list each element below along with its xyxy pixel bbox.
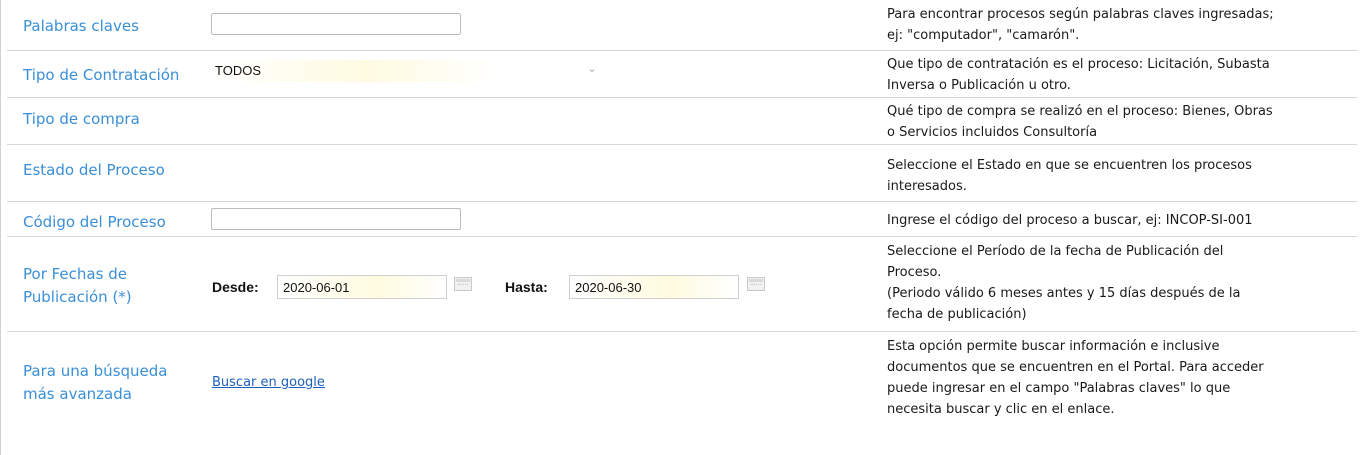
row-status: Estado del Proceso Seleccione el Estado … (7, 145, 1357, 202)
dates-label-line1: Por Fechas de (23, 265, 127, 283)
date-from-label: Desde: (212, 279, 259, 295)
dates-help-line4: fecha de publicación) (887, 307, 1027, 322)
row-purchase-type: Tipo de compra Qué tipo de compra se rea… (7, 98, 1357, 145)
advanced-help-line4: necesita buscar y clic en el enlace. (887, 402, 1115, 417)
row-dates: Por Fechas de Publicación (*) Desde: Has… (7, 237, 1357, 332)
contract-type-help-line1: Que tipo de contratación es el proceso: … (887, 57, 1270, 72)
code-help: Ingrese el código del proceso a buscar, … (887, 210, 1357, 231)
purchase-type-help-line1: Qué tipo de compra se realizó en el proc… (887, 104, 1273, 119)
dates-help: Seleccione el Período de la fecha de Pub… (887, 241, 1357, 325)
keywords-help: Para encontrar procesos según palabras c… (887, 4, 1357, 46)
advanced-label: Para una búsqueda más avanzada (23, 360, 167, 406)
advanced-help-line1: Esta opción permite buscar información e… (887, 339, 1220, 354)
dates-help-line3: (Periodo válido 6 meses antes y 15 días … (887, 286, 1241, 301)
purchase-type-help: Qué tipo de compra se realizó en el proc… (887, 101, 1357, 143)
dates-label: Por Fechas de Publicación (*) (23, 263, 132, 309)
status-help-line1: Seleccione el Estado en que se encuentre… (887, 158, 1252, 173)
advanced-help-line2: documentos que se encuentren en el Porta… (887, 360, 1264, 375)
code-input[interactable] (211, 208, 461, 230)
chevron-down-icon: ⌄ (586, 61, 597, 75)
calendar-icon[interactable] (747, 277, 765, 291)
purchase-type-help-line2: o Servicios incluidos Consultoría (887, 125, 1098, 140)
advanced-label-line2: más avanzada (23, 385, 132, 403)
status-help-line2: interesados. (887, 179, 967, 194)
date-to-input[interactable] (569, 275, 739, 299)
row-code: Código del Proceso Ingrese el código del… (7, 202, 1357, 237)
calendar-icon[interactable] (454, 277, 472, 291)
keywords-help-line2: ej: "computador", "camarón". (887, 28, 1080, 43)
status-label: Estado del Proceso (23, 161, 165, 179)
contract-type-help: Que tipo de contratación es el proceso: … (887, 54, 1357, 96)
date-to-label: Hasta: (505, 279, 548, 295)
advanced-help-line3: puede ingresar en el campo "Palabras cla… (887, 381, 1231, 396)
row-contract-type: Tipo de Contratación TODOS ⌄ Que tipo de… (7, 51, 1357, 98)
status-help: Seleccione el Estado en que se encuentre… (887, 155, 1357, 197)
date-from-input[interactable] (277, 275, 447, 299)
google-search-link[interactable]: Buscar en google (212, 375, 325, 390)
advanced-help: Esta opción permite buscar información e… (887, 336, 1357, 420)
purchase-type-label: Tipo de compra (23, 110, 140, 128)
contract-type-label: Tipo de Contratación (23, 66, 180, 84)
keywords-label: Palabras claves (23, 17, 139, 35)
contract-type-select[interactable]: TODOS ⌄ (211, 60, 601, 82)
row-advanced: Para una búsqueda más avanzada Buscar en… (7, 332, 1357, 437)
dates-help-line2: Proceso. (887, 265, 942, 280)
row-keywords: Palabras claves Para encontrar procesos … (7, 0, 1357, 51)
contract-type-help-line2: Inversa o Publicación u otro. (887, 78, 1071, 93)
search-form: Palabras claves Para encontrar procesos … (0, 0, 1362, 455)
advanced-label-line1: Para una búsqueda (23, 362, 168, 380)
code-label: Código del Proceso (23, 213, 166, 231)
code-help-line1: Ingrese el código del proceso a buscar, … (887, 213, 1253, 228)
keywords-input[interactable] (211, 13, 461, 35)
dates-help-line1: Seleccione el Período de la fecha de Pub… (887, 244, 1224, 259)
keywords-help-line1: Para encontrar procesos según palabras c… (887, 7, 1274, 22)
contract-type-selected-value: TODOS (215, 63, 261, 78)
dates-label-line2: Publicación (*) (23, 288, 132, 306)
